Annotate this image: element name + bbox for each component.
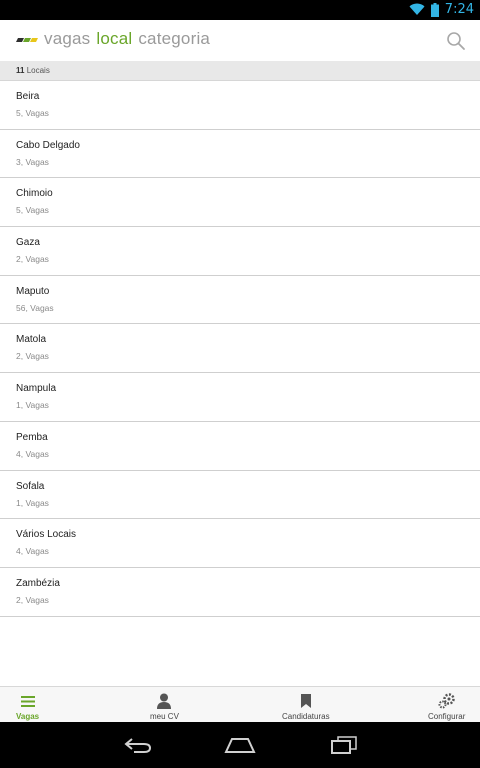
vacancy-count: 4, Vagas bbox=[16, 546, 49, 557]
vacancy-count: 5, Vagas bbox=[16, 108, 49, 118]
location-name: Nampula bbox=[16, 383, 57, 395]
list-item[interactable]: Zambézia 2, Vagas bbox=[0, 567, 480, 617]
location-name: Gaza bbox=[16, 237, 40, 249]
logo-icon bbox=[16, 38, 38, 42]
vacancy-count: 4, Vagas bbox=[16, 448, 49, 459]
location-name: Beira bbox=[16, 91, 40, 102]
location-name: Pemba bbox=[16, 431, 48, 443]
location-name: Cabo Delgado bbox=[16, 139, 80, 151]
vacancy-count: 2, Vagas bbox=[16, 594, 49, 605]
vacancy-count: 1, Vagas bbox=[16, 400, 49, 411]
back-icon[interactable] bbox=[122, 735, 154, 755]
tab-categoria[interactable]: categoria bbox=[138, 29, 210, 49]
list-item[interactable]: Sofala 1, Vagas bbox=[0, 470, 480, 520]
home-icon[interactable] bbox=[224, 735, 256, 755]
status-icons: 7:24 bbox=[409, 2, 474, 17]
vacancy-count: 2, Vagas bbox=[16, 351, 49, 362]
vacancy-count: 3, Vagas bbox=[16, 156, 49, 167]
list-item[interactable]: Chimoio 5, Vagas bbox=[0, 178, 480, 228]
list-item[interactable]: Maputo 56, Vagas bbox=[0, 275, 480, 325]
location-name: Matola bbox=[16, 334, 47, 346]
list-item[interactable]: Matola 2, Vagas bbox=[0, 324, 480, 374]
nav-vagas[interactable]: Vagas bbox=[16, 693, 39, 721]
nav-configurar[interactable]: Configurar bbox=[428, 693, 465, 721]
locations-count-label: Locais bbox=[24, 66, 50, 75]
location-name: Sofala bbox=[16, 480, 45, 492]
status-bar: 7:24 bbox=[0, 0, 480, 20]
clock: 7:24 bbox=[444, 2, 474, 17]
list-item[interactable]: Pemba 4, Vagas bbox=[0, 421, 480, 471]
vacancy-count: 1, Vagas bbox=[16, 497, 49, 508]
wifi-icon bbox=[409, 3, 425, 15]
location-name: Maputo bbox=[16, 285, 50, 297]
location-name: Zambézia bbox=[16, 577, 60, 589]
vacancy-count: 56, Vagas bbox=[16, 302, 54, 313]
search-icon[interactable] bbox=[446, 31, 466, 51]
tab-vagas[interactable]: vagas bbox=[44, 29, 90, 49]
battery-icon bbox=[430, 2, 439, 17]
location-name: Chimoio bbox=[16, 188, 53, 200]
locations-list: Beira 5, Vagas Cabo Delgado 3, Vagas Chi… bbox=[0, 81, 480, 617]
list-item[interactable]: Vários Locais 4, Vagas bbox=[0, 519, 480, 568]
list-item[interactable]: Beira 5, Vagas bbox=[0, 81, 480, 130]
nav-label: Configurar bbox=[428, 712, 466, 721]
app-bar: vagas local categoria bbox=[0, 20, 480, 61]
category-tabs: vagas local categoria bbox=[44, 29, 210, 49]
system-nav-bar bbox=[0, 722, 480, 768]
nav-meu-cv[interactable]: meu CV bbox=[150, 693, 179, 721]
list-item[interactable]: Nampula 1, Vagas bbox=[0, 373, 480, 422]
bottom-nav: Vagas meu CV Candidaturas Configurar bbox=[0, 686, 480, 722]
nav-candidaturas[interactable]: Candidaturas bbox=[282, 693, 330, 721]
gears-icon bbox=[438, 693, 456, 709]
recent-apps-icon[interactable] bbox=[328, 735, 360, 755]
bookmark-icon bbox=[297, 693, 315, 709]
vacancy-count: 5, Vagas bbox=[16, 205, 49, 216]
nav-label: meu CV bbox=[150, 712, 179, 721]
list-item[interactable]: Cabo Delgado 3, Vagas bbox=[0, 129, 480, 179]
nav-label: Vagas bbox=[16, 712, 40, 721]
person-icon bbox=[155, 693, 173, 709]
tab-local[interactable]: local bbox=[96, 29, 132, 49]
menu-icon bbox=[19, 693, 37, 709]
vacancy-count: 2, Vagas bbox=[16, 254, 49, 265]
nav-label: Candidaturas bbox=[282, 712, 330, 721]
location-name: Vários Locais bbox=[16, 529, 77, 541]
list-item[interactable]: Gaza 2, Vagas bbox=[0, 227, 480, 276]
locations-count-bar: 11 Locais bbox=[0, 61, 480, 81]
